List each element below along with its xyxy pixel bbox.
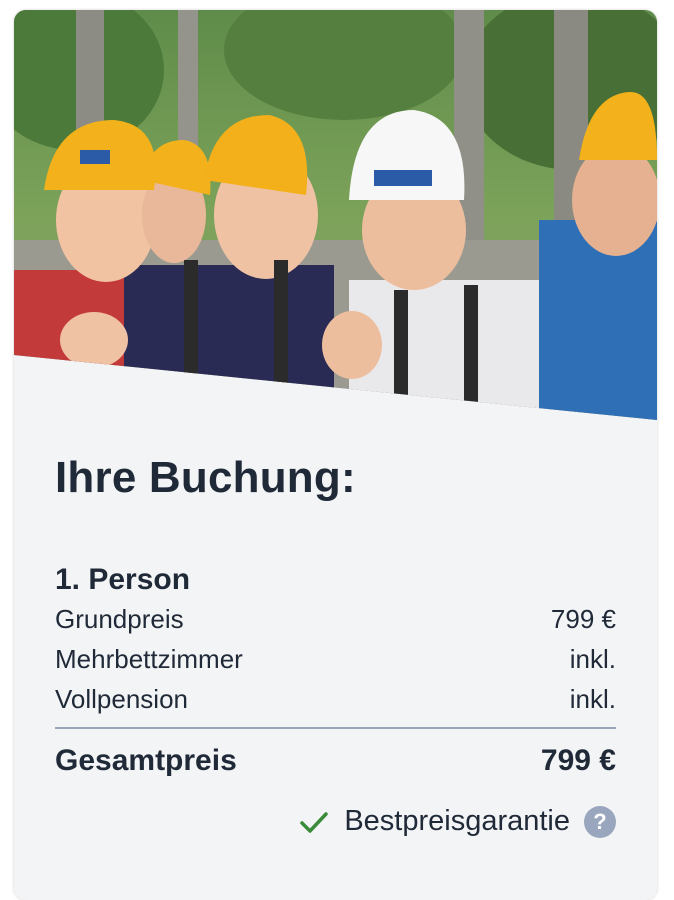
help-icon[interactable]: ? bbox=[584, 805, 616, 838]
price-row-grundpreis: Grundpreis 799 € bbox=[55, 599, 616, 639]
person-heading: 1. Person bbox=[55, 563, 191, 596]
price-row-label: Grundpreis bbox=[55, 604, 184, 634]
total-row: Gesamtpreis 799 € bbox=[55, 741, 616, 781]
total-label: Gesamtpreis bbox=[55, 744, 237, 777]
photo-kids-climbing-helmets-icon bbox=[14, 10, 657, 420]
price-row-label: Vollpension bbox=[55, 684, 188, 714]
price-row-mehrbettzimmer: Mehrbettzimmer inkl. bbox=[55, 639, 616, 679]
total-divider bbox=[55, 727, 616, 729]
price-row-label: Mehrbettzimmer bbox=[55, 644, 243, 674]
booking-summary: Ihre Buchung: 1. Person Grundpreis 799 €… bbox=[55, 450, 616, 838]
hero-image bbox=[14, 10, 657, 430]
best-price-guarantee: Bestpreisgarantie ? bbox=[298, 805, 616, 838]
price-row-vollpension: Vollpension inkl. bbox=[55, 679, 616, 719]
price-row-value: 799 € bbox=[550, 604, 616, 634]
booking-title: Ihre Buchung: bbox=[55, 453, 356, 502]
booking-card: Ihre Buchung: 1. Person Grundpreis 799 €… bbox=[14, 10, 657, 900]
total-value: 799 € bbox=[540, 744, 616, 777]
guarantee-label: Bestpreisgarantie bbox=[344, 805, 570, 837]
price-row-value: inkl. bbox=[569, 684, 616, 714]
price-row-value: inkl. bbox=[569, 644, 616, 674]
checkmark-icon bbox=[300, 811, 329, 833]
